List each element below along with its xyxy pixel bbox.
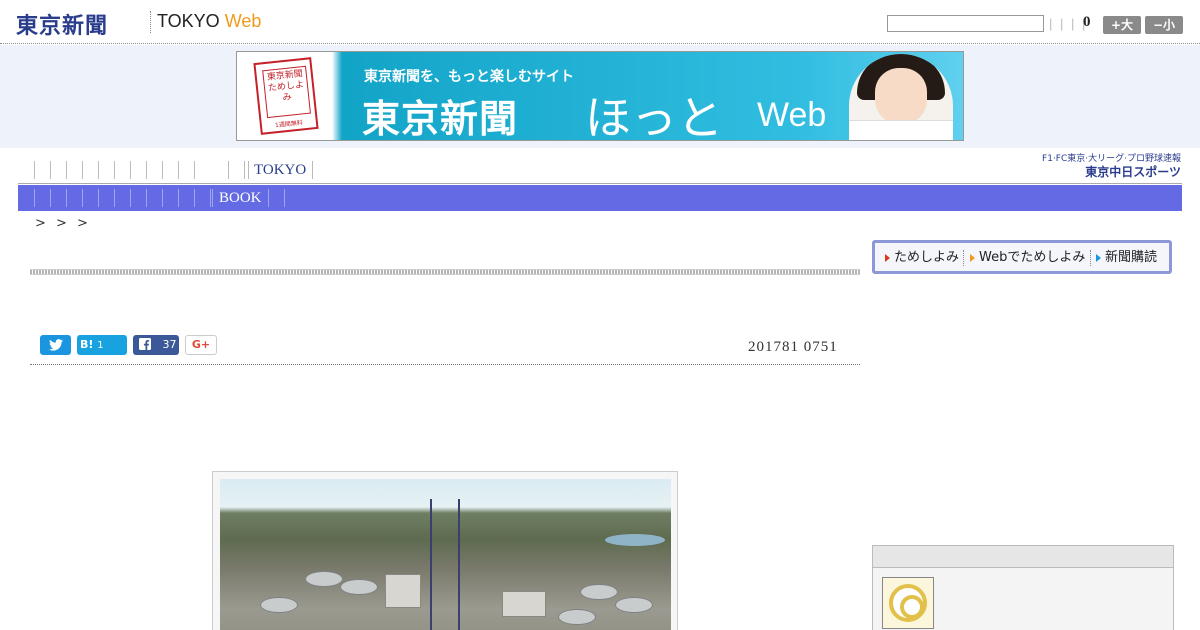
photo-building [502,591,546,617]
photo-tank [615,597,653,613]
logo-divider [150,11,151,33]
breadcrumb[interactable]: > > > [35,216,88,231]
header-mini-links[interactable]: | | | | [1049,16,1087,31]
subnav-item[interactable] [146,189,153,207]
sports-title: 東京中日スポーツ [1085,165,1181,179]
subnav-item[interactable] [34,189,41,207]
subnav-item[interactable] [50,189,57,207]
tokyo-shimbun-logo[interactable]: 東京新聞 [16,8,108,40]
sidebar-widget-header [873,546,1173,568]
web-trial-reading-link[interactable]: Webでためしよみ [970,250,1085,266]
subnav-item[interactable] [268,189,275,207]
nav-item[interactable] [178,161,184,179]
article-date: 201781 0751 [748,339,838,355]
nav-item[interactable] [98,161,104,179]
photo-tank [558,609,596,625]
subscription-links-box: ためしよみ Webでためしよみ 新聞購読 [872,240,1172,274]
nav-item[interactable] [194,161,200,179]
primary-nav: TOKYO [18,157,1182,184]
subnav-item[interactable] [178,189,185,207]
subnav-item[interactable] [284,189,291,207]
nav-item[interactable] [130,161,136,179]
secondary-nav: BOOK [18,185,1182,211]
article-date-rule [30,364,860,365]
subnav-item[interactable] [98,189,105,207]
book-footer: 1週間無料 [274,119,304,130]
photo-lake [605,534,665,546]
twitter-icon [48,339,63,351]
google-plus-share-button[interactable]: G+ [185,335,217,355]
nav-item[interactable] [312,161,318,179]
header-counter: 0 [1083,14,1091,30]
photo-tank [260,597,298,613]
banner-model-photo [849,54,953,140]
article-photo[interactable] [220,479,671,630]
banner-tagline: 東京新聞を、もっと楽しむサイト [364,69,574,85]
subnav-item[interactable] [194,189,201,207]
photo-tank [340,579,378,595]
banner-main-title: 東京新聞 [362,97,519,141]
nav-item[interactable] [34,161,40,179]
facebook-share-button[interactable]: 37 [133,335,179,355]
nav-item[interactable] [82,161,88,179]
nav-item[interactable] [228,161,234,179]
subnav-item[interactable] [114,189,121,207]
facebook-icon [139,338,151,350]
photo-building [385,574,421,608]
photo-tank [580,584,618,600]
subscribe-link[interactable]: 新聞購読 [1096,250,1157,266]
sports-tagline: F1·FC東京·大リーグ·プロ野球速報 [1042,154,1181,164]
tokyo-web-logo[interactable]: TOKYO Web [157,11,261,32]
site-header: 東京新聞 TOKYO Web | | | | 0 +大 −小 [0,0,1200,44]
article-title-rule [30,269,860,275]
search-input[interactable] [887,15,1044,32]
subnav-item[interactable] [82,189,89,207]
model-face [875,68,927,124]
nav-item[interactable] [162,161,168,179]
banner-hot-text: ほっと [585,91,723,141]
link-divider [1090,250,1091,266]
nav-item[interactable] [66,161,72,179]
sidebar-widget-image[interactable] [882,577,934,629]
trial-reading-link[interactable]: ためしよみ [885,250,959,266]
tokyo-web-prefix: TOKYO [157,11,220,31]
nav-item[interactable] [114,161,120,179]
article-photo-frame [212,471,678,630]
nav-item-tokyo[interactable]: TOKYO [248,161,306,179]
nav-item[interactable] [146,161,152,179]
photo-crane [430,499,460,630]
tokyo-web-suffix: Web [224,11,262,31]
hatena-bookmark-icon: B! [80,338,94,351]
photo-tank [305,571,343,587]
link-divider [963,250,964,266]
font-size-increase-button[interactable]: +大 [1103,16,1141,34]
trial-reading-book-logo: 東京新聞ためしよみ 1週間無料 [253,57,319,135]
subnav-item[interactable] [66,189,73,207]
subnav-item[interactable] [162,189,169,207]
banner-web-text: Web [757,96,827,134]
sidebar-widget [872,545,1174,630]
model-blouse [849,120,953,140]
subnav-item-book[interactable]: BOOK [212,189,262,207]
facebook-count: 37 [162,338,177,351]
tokyo-chunichi-sports-logo[interactable]: F1·FC東京·大リーグ·プロ野球速報 東京中日スポーツ [1026,153,1181,181]
twitter-share-button[interactable] [40,335,71,355]
hatena-count: 1 [97,340,104,351]
hatena-bookmark-button[interactable]: B! 1 [77,335,127,355]
hot-web-banner[interactable]: 東京新聞ためしよみ 1週間無料 東京新聞を、もっと楽しむサイト 東京新聞 ほっと… [236,51,964,141]
target-icon [889,584,927,622]
subnav-item[interactable] [130,189,137,207]
font-size-decrease-button[interactable]: −小 [1145,16,1183,34]
book-title: 東京新聞ためしよみ [262,65,311,119]
nav-item[interactable] [50,161,56,179]
